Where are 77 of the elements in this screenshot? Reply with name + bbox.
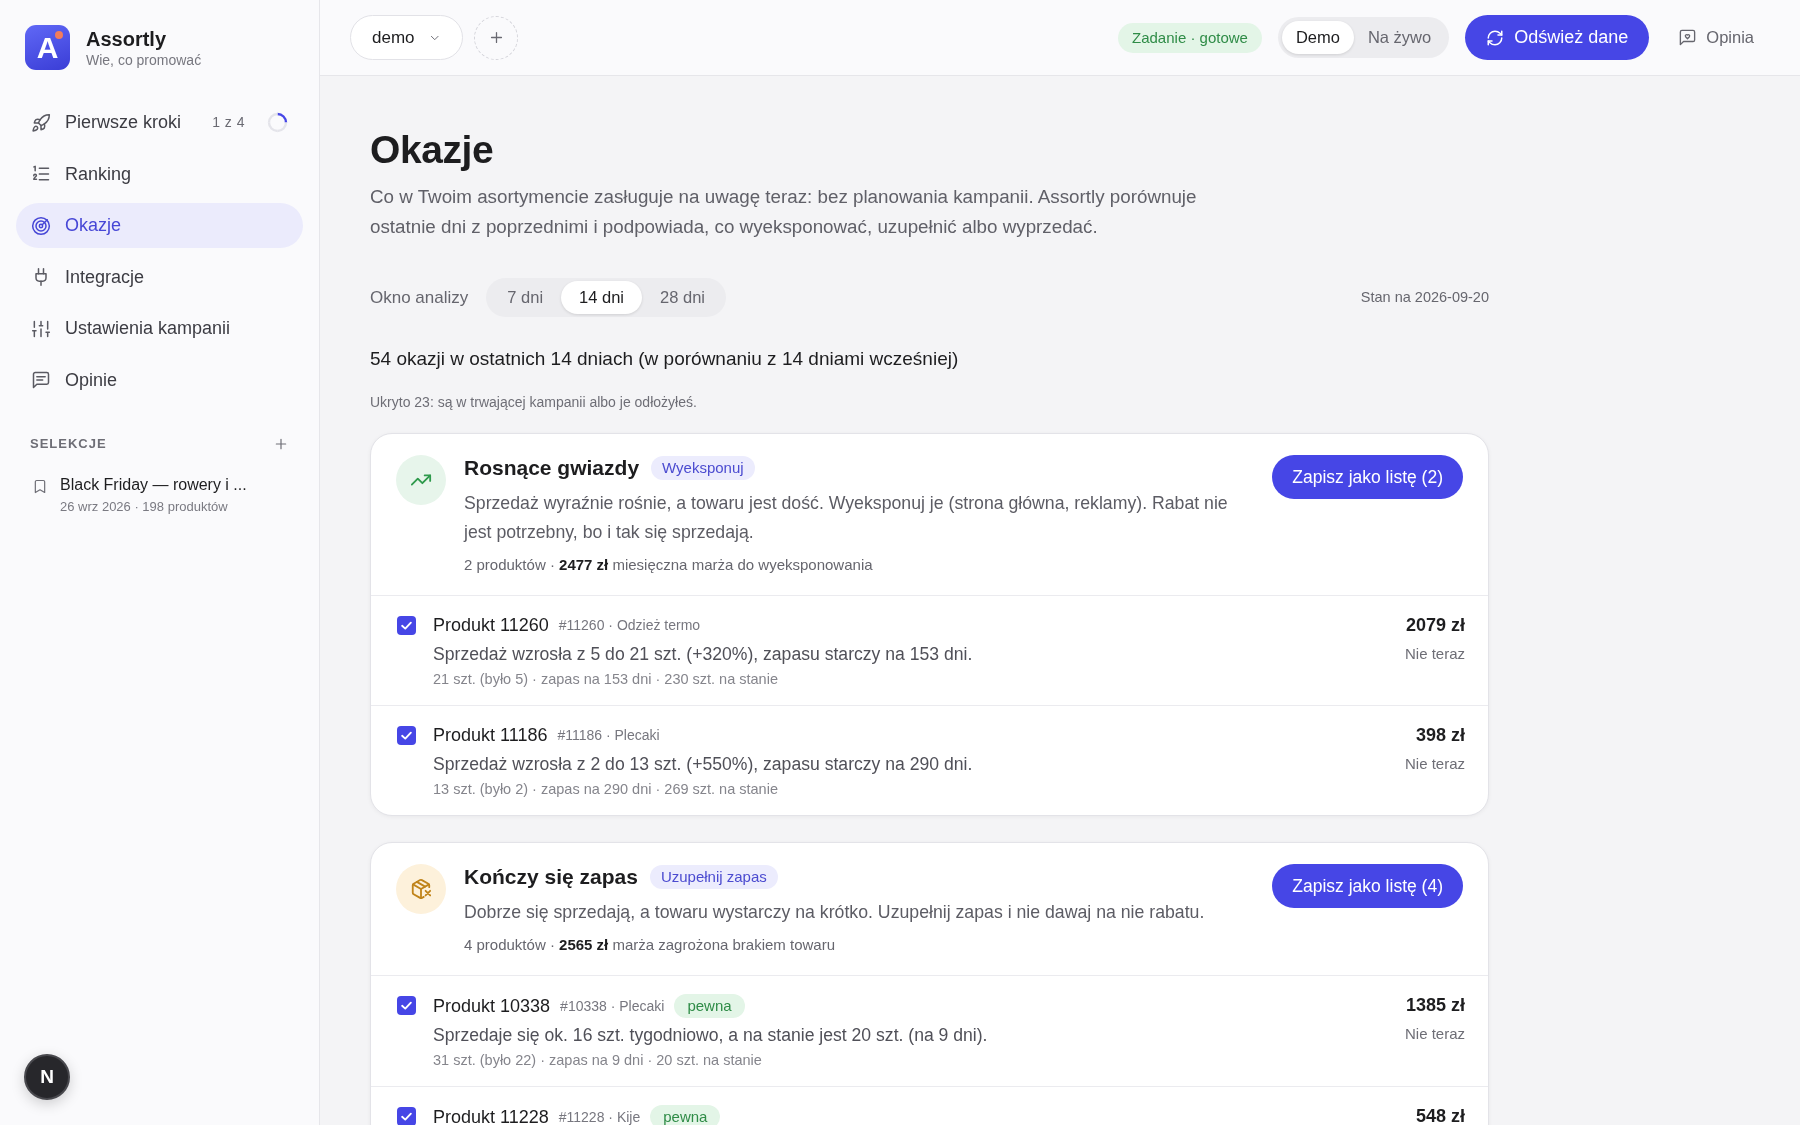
- section-heading: SELEKCJE: [30, 435, 107, 454]
- hidden-note: Ukryto 23: są w trwającej kampanii albo je odłożyłeś.: [370, 393, 698, 411]
- product-name: Produkt 11186: [433, 724, 548, 747]
- action-badge: Uzupełnij zapas: [649, 865, 778, 889]
- sidebar-item[interactable]: Ranking: [16, 151, 303, 197]
- product-name: Produkt 11260: [433, 614, 549, 637]
- message-icon: [31, 370, 51, 390]
- window-label: Okno analizy: [370, 286, 469, 309]
- product-meta: #11260 · Odzież termo: [558, 616, 701, 635]
- period-tab[interactable]: 28 dni: [642, 281, 723, 314]
- sidebar-item[interactable]: Okazje: [16, 203, 303, 248]
- page-description: Co w Twoim asortymencie zasługuje na uwagę teraz: bez planowania kampanii. Assortly porównuje ostatnie dni z poprzednimi i podpowiada, co wyeksponować, uzupełnić albo wyprzedać.: [370, 185, 1198, 239]
- not-now-button[interactable]: Nie teraz: [1404, 753, 1465, 776]
- save-list-button[interactable]: Zapisz jako listę (4): [1272, 864, 1463, 908]
- product-meta: #11186 · Plecaki: [557, 726, 660, 745]
- selection-link[interactable]: Black Friday — rowery i ...: [60, 474, 247, 496]
- product-summary: Sprzedaż wzrosła z 2 do 13 szt. (+550%), zapasu starczy na 290 dni.: [433, 753, 974, 776]
- group-title: Rosnące gwiazdy: [464, 455, 640, 481]
- product-summary: Sprzedaż wzrosła z 5 do 21 szt. (+320%), zapasu starczy na 153 dni.: [433, 643, 974, 666]
- product-summary: Sprzedaje się ok. 16 szt. tygodniowo, a na stanie jest 20 szt. (na 9 dni).: [433, 1024, 989, 1047]
- product-name: Produkt 10338: [433, 994, 551, 1018]
- period-tab[interactable]: 14 dni: [561, 281, 643, 314]
- status-badge: Zadanie · gotowe: [1118, 22, 1262, 53]
- summary-heading: 54 okazji w ostatnich 14 dniach (w porównaniu z 14 dniami wcześniej): [370, 347, 960, 371]
- page-title: Okazje: [370, 127, 495, 173]
- product-price: 398 zł: [1415, 724, 1465, 747]
- data-date: Stan na 2026-09-20: [1360, 287, 1489, 307]
- product-price: 2079 zł: [1405, 614, 1465, 637]
- refresh-button[interactable]: Odśwież dane: [1465, 15, 1650, 60]
- product-meta: #10338 · Plecaki: [560, 996, 665, 1016]
- sliders-icon: [31, 318, 51, 339]
- target-icon: [31, 215, 51, 236]
- group-title: Kończy się zapas: [464, 864, 638, 890]
- action-badge: Wyeksponuj: [651, 456, 755, 480]
- app-logo: A: [25, 25, 70, 70]
- group-description: Sprzedaż wyraźnie rośnie, a towaru jest dość. Wyeksponuj je (strona główna, reklamy). Rabat nie jest potrzebny, bo i tak się sprzedają.: [464, 492, 1229, 544]
- product-details: 13 szt. (było 2) · zapas na 290 dni · 269 szt. na stanie: [433, 780, 779, 799]
- bookmark-icon: [32, 478, 48, 495]
- product-details: 31 szt. (było 22) · zapas na 9 dni · 20 szt. na stanie: [433, 1051, 763, 1070]
- sidebar-item[interactable]: Integracje: [16, 254, 303, 300]
- mode-tab[interactable]: Demo: [1281, 21, 1354, 54]
- product-price: 548 zł: [1415, 1105, 1465, 1125]
- workspace-dropdown[interactable]: demo: [350, 15, 463, 60]
- plus-icon: [273, 436, 289, 452]
- refresh-icon: [1486, 28, 1505, 47]
- numbered-list-icon: [31, 164, 51, 184]
- confidence-badge: pewna: [650, 1105, 721, 1125]
- trending-up-icon: [396, 455, 446, 505]
- round-letter-button[interactable]: N: [24, 1054, 70, 1100]
- product-meta: #11228 · Kije: [558, 1107, 641, 1125]
- app-tagline: Wie, co promować: [86, 50, 202, 69]
- product-details: 21 szt. (było 5) · zapas na 153 dni · 230 szt. na stanie: [433, 670, 779, 689]
- product-price: 1385 zł: [1405, 994, 1465, 1017]
- sidebar-item[interactable]: Pierwsze kroki 1 z 4: [16, 100, 303, 145]
- feedback-button[interactable]: Opinia: [1678, 25, 1754, 50]
- period-tab[interactable]: 7 dni: [489, 281, 562, 314]
- sidebar-item[interactable]: Opinie: [16, 357, 303, 403]
- group-description: Dobrze się sprzedają, a towaru wystarczy na krótko. Uzupełnij zapas i nie dawaj na nie rabatu.: [464, 901, 1206, 924]
- app-name: Assortly: [86, 26, 168, 51]
- group-meta: 2 produktów · 2477 zł miesięczna marża do wyeksponowania: [464, 555, 874, 575]
- checkbox[interactable]: [397, 616, 416, 635]
- product-name: Produkt 11228: [433, 1105, 549, 1125]
- rocket-icon: [31, 112, 51, 133]
- mode-tab[interactable]: Na żywo: [1353, 21, 1446, 54]
- not-now-button[interactable]: Nie teraz: [1404, 1023, 1465, 1046]
- not-now-button[interactable]: Nie teraz: [1404, 643, 1465, 666]
- selection-meta: 26 wrz 2026 · 198 produktów: [60, 498, 229, 516]
- sidebar-item[interactable]: Ustawienia kampanii: [16, 306, 303, 351]
- save-list-button[interactable]: Zapisz jako listę (2): [1272, 455, 1463, 499]
- checkbox[interactable]: [397, 726, 416, 745]
- box-icon: [396, 864, 446, 914]
- group-meta: 4 produktów · 2565 zł marża zagrożona brakiem towaru: [464, 935, 837, 955]
- checkbox[interactable]: [397, 996, 416, 1015]
- checkbox[interactable]: [397, 1107, 416, 1125]
- confidence-badge: pewna: [674, 994, 745, 1018]
- chat-icon: [1678, 28, 1698, 47]
- progress-count: 1 z 4: [212, 113, 245, 132]
